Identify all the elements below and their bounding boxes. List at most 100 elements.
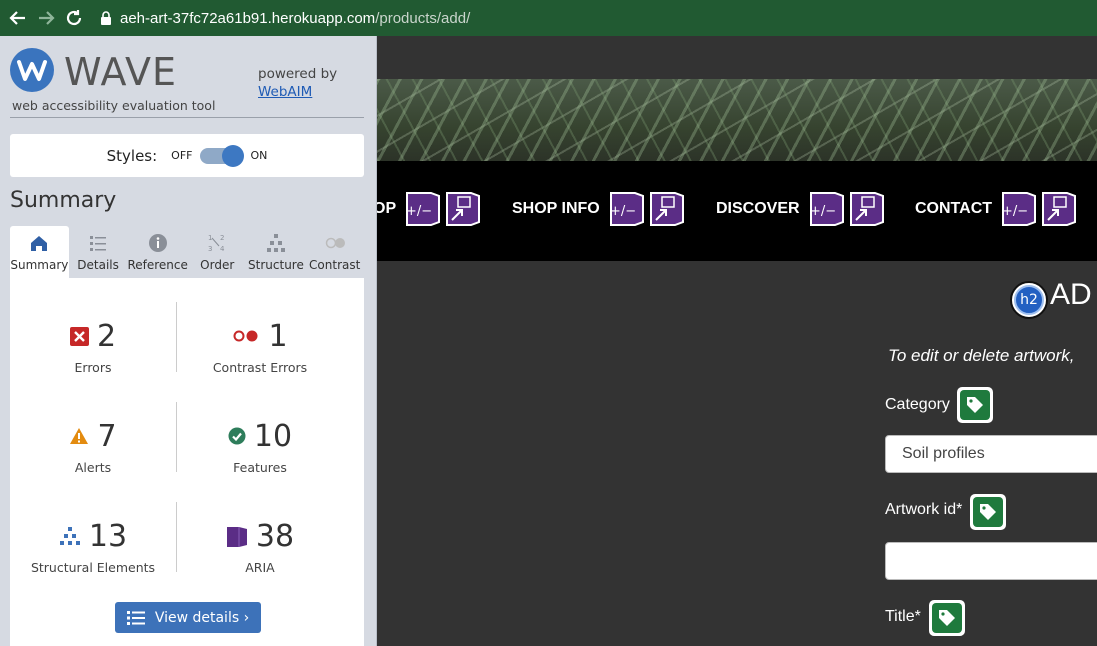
tab-structure[interactable]: Structure	[247, 226, 306, 278]
powered-by-text: powered by	[258, 66, 338, 82]
errors-stat[interactable]: 2 Errors	[10, 318, 176, 375]
aria-expand-icon: +/−	[809, 192, 844, 226]
site-navbar: OP +/− SHOP INFO +/− DISCOVER +/− CONTAC…	[377, 161, 1097, 261]
structural-count: 13	[88, 518, 128, 554]
page-heading: AD	[1050, 278, 1092, 311]
tab-reference-label: Reference	[127, 258, 188, 272]
styles-toggle[interactable]	[200, 144, 245, 167]
aria-icon	[226, 527, 247, 547]
structure-icon	[266, 234, 285, 252]
aria-label: ARIA	[245, 560, 275, 575]
check-icon	[228, 427, 246, 445]
contrast-error-icon	[233, 330, 258, 342]
forward-button[interactable]	[32, 4, 60, 32]
tab-summary[interactable]: Summary	[10, 226, 69, 278]
hero-image	[377, 79, 1097, 161]
nav-item-discover[interactable]: DISCOVER +/−	[716, 191, 884, 227]
alerts-count: 7	[97, 418, 117, 454]
artwork-id-label: Artwork id*	[885, 501, 963, 518]
toggle-off-label: OFF	[171, 149, 193, 162]
contrast-errors-count: 1	[268, 318, 288, 354]
features-stat[interactable]: 10 Features	[177, 418, 343, 475]
styles-toggle-box: Styles: OFF ON	[10, 134, 364, 177]
page-content: OP +/− SHOP INFO +/− DISCOVER +/− CONTAC…	[377, 36, 1097, 646]
errors-label: Errors	[74, 360, 112, 375]
lock-icon	[101, 11, 111, 25]
tab-summary-label: Summary	[10, 258, 69, 272]
svg-text:+/−: +/−	[810, 204, 836, 219]
toggle-on-label: ON	[250, 149, 268, 162]
view-details-label: View details ›	[154, 609, 250, 626]
alert-icon	[70, 428, 89, 444]
category-label: Category	[885, 396, 950, 413]
alerts-stat[interactable]: 7 Alerts	[10, 418, 176, 475]
contrast-icon	[325, 237, 345, 249]
tab-order[interactable]: 1234 Order	[188, 226, 247, 278]
aria-popup-icon	[446, 192, 481, 226]
error-icon	[69, 326, 89, 346]
tab-details[interactable]: Details	[69, 226, 128, 278]
svg-text:3: 3	[208, 245, 212, 253]
url-path: /products/add/	[375, 9, 471, 27]
errors-count: 2	[96, 318, 117, 354]
aria-popup-icon	[849, 192, 884, 226]
svg-text:4: 4	[220, 245, 225, 253]
svg-text:2: 2	[220, 234, 224, 242]
h2-badge-icon[interactable]: h2	[1010, 281, 1048, 319]
label-tag-icon[interactable]	[970, 494, 1006, 530]
label-tag-icon[interactable]	[957, 387, 993, 423]
aria-count: 38	[255, 518, 295, 554]
wave-tabs: Summary Details Reference 1234 Order Str…	[10, 226, 364, 278]
reload-icon	[66, 10, 82, 26]
label-tag-icon[interactable]	[929, 600, 965, 636]
back-button[interactable]	[4, 4, 32, 32]
svg-text:+/−: +/−	[610, 204, 636, 219]
structural-stat[interactable]: 13 Structural Elements	[10, 518, 176, 576]
view-details-button[interactable]: View details ›	[115, 602, 261, 633]
nav-label: SHOP INFO	[512, 200, 600, 217]
svg-text:+/−: +/−	[1002, 204, 1028, 219]
tab-contrast-label: Contrast	[309, 258, 361, 272]
nav-item-contact[interactable]: CONTACT +/−	[915, 191, 1077, 227]
list-icon	[90, 236, 107, 251]
tab-order-label: Order	[200, 258, 235, 272]
wave-header: WAVE web accessibility evaluation tool p…	[10, 48, 364, 118]
edit-note: To edit or delete artwork,	[888, 346, 1075, 365]
svg-text:1: 1	[208, 234, 212, 242]
reload-button[interactable]	[60, 4, 88, 32]
tab-reference[interactable]: Reference	[127, 226, 188, 278]
contrast-errors-label: Contrast Errors	[212, 360, 308, 375]
styles-label: Styles:	[106, 146, 158, 165]
alerts-label: Alerts	[74, 460, 112, 475]
artwork-id-input[interactable]	[885, 542, 1097, 580]
tab-details-label: Details	[77, 258, 119, 272]
nav-item-shop-info[interactable]: SHOP INFO +/−	[512, 191, 684, 227]
browser-toolbar: aeh-art-37fc72a61b91.herokuapp.com /prod…	[0, 0, 1097, 36]
svg-text:+/−: +/−	[406, 204, 432, 219]
url-host: aeh-art-37fc72a61b91.herokuapp.com	[120, 9, 376, 27]
home-icon	[31, 236, 48, 251]
arrow-right-icon	[39, 11, 55, 25]
aria-expand-icon: +/−	[406, 192, 441, 226]
aria-popup-icon	[1042, 192, 1077, 226]
contrast-errors-stat[interactable]: 1 Contrast Errors	[177, 318, 343, 376]
wave-panel: WAVE web accessibility evaluation tool p…	[0, 36, 377, 646]
toggle-knob[interactable]	[222, 144, 245, 167]
nav-item-shop[interactable]: OP +/−	[377, 191, 481, 227]
info-icon	[148, 234, 167, 252]
summary-card: 2 Errors 1 Contrast Errors 7 Alerts 10 F…	[10, 278, 364, 646]
aria-expand-icon: +/−	[609, 192, 644, 226]
features-label: Features	[233, 460, 287, 475]
features-count: 10	[253, 418, 293, 454]
nav-label: CONTACT	[915, 200, 993, 217]
list-icon	[126, 610, 145, 625]
address-bar[interactable]: aeh-art-37fc72a61b91.herokuapp.com /prod…	[94, 4, 470, 32]
category-select[interactable]: Soil profiles	[885, 435, 1097, 473]
structure-icon	[59, 527, 80, 545]
aria-popup-icon	[649, 192, 684, 226]
tab-contrast[interactable]: Contrast	[305, 226, 364, 278]
aria-stat[interactable]: 38 ARIA	[177, 518, 343, 575]
webaim-link[interactable]: WebAIM	[258, 84, 312, 100]
h2-badge-label: h2	[1014, 285, 1044, 315]
wave-logo-icon	[10, 48, 54, 92]
